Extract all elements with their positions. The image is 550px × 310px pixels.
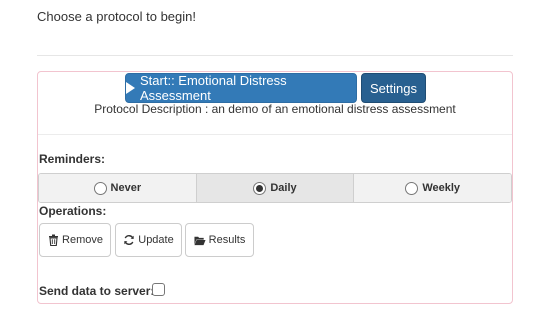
- reminders-label: Reminders:: [39, 152, 106, 166]
- folder-open-icon: [194, 234, 206, 246]
- divider: [37, 55, 513, 56]
- trash-icon: [47, 234, 59, 246]
- reminder-option-daily[interactable]: Daily: [196, 174, 355, 202]
- intro-text: Choose a protocol to begin!: [37, 9, 196, 24]
- protocol-header: Start:: Emotional Distress Assessment Se…: [38, 72, 512, 135]
- remove-label: Remove: [62, 234, 103, 246]
- operations-label: Operations:: [39, 204, 107, 218]
- radio-daily[interactable]: [253, 181, 267, 195]
- results-label: Results: [208, 234, 246, 246]
- reminder-weekly-label: Weekly: [422, 182, 461, 194]
- reminder-daily-label: Daily: [270, 182, 297, 194]
- reminder-option-never[interactable]: Never: [39, 174, 197, 202]
- update-label: Update: [138, 234, 174, 246]
- reminder-option-weekly[interactable]: Weekly: [354, 174, 511, 202]
- update-button[interactable]: Update: [115, 223, 182, 257]
- radio-weekly[interactable]: [405, 181, 419, 195]
- results-button[interactable]: Results: [185, 223, 254, 257]
- radio-never[interactable]: [93, 181, 107, 195]
- settings-button[interactable]: Settings: [361, 73, 426, 103]
- reminder-never-label: Never: [110, 182, 142, 194]
- start-protocol-button[interactable]: Start:: Emotional Distress Assessment: [125, 73, 357, 103]
- refresh-icon: [123, 234, 135, 246]
- send-data-label: Send data to server:: [39, 284, 155, 298]
- protocol-description: Protocol Description : an demo of an emo…: [94, 102, 456, 116]
- protocol-panel: Start:: Emotional Distress Assessment Se…: [37, 71, 513, 304]
- send-data-checkbox[interactable]: [152, 283, 165, 296]
- play-icon: [126, 82, 135, 94]
- settings-label: Settings: [370, 80, 417, 96]
- reminders-radio-group: Never Daily Weekly: [38, 173, 512, 203]
- start-protocol-label: Start:: Emotional Distress Assessment: [140, 73, 287, 103]
- remove-button[interactable]: Remove: [39, 223, 111, 257]
